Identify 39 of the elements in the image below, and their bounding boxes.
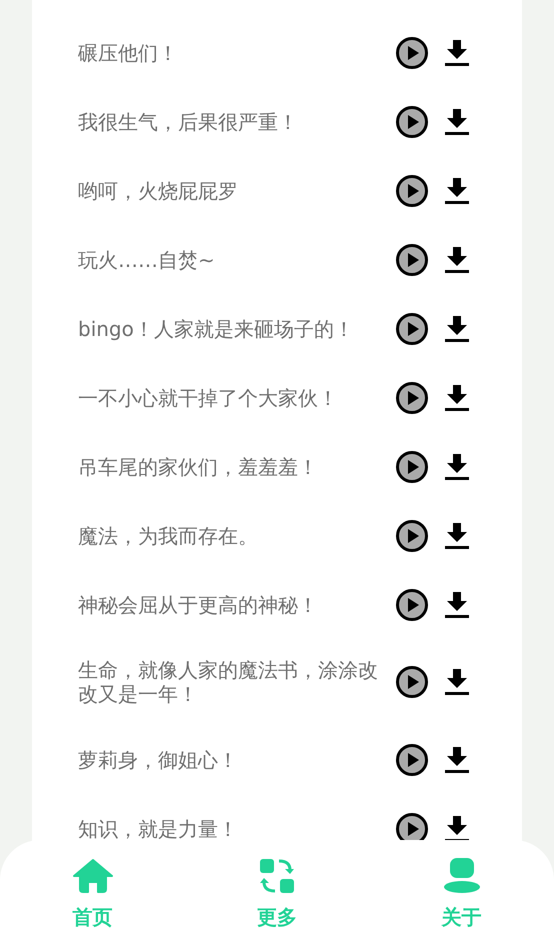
play-icon[interactable] — [395, 104, 429, 138]
download-icon[interactable] — [444, 667, 470, 697]
play-icon[interactable] — [395, 588, 429, 622]
download-icon[interactable] — [444, 520, 470, 550]
play-icon[interactable] — [395, 174, 429, 208]
play-icon[interactable] — [395, 742, 429, 776]
download-icon[interactable] — [444, 244, 470, 274]
clip-title: 碾压他们！ — [78, 40, 179, 64]
download-icon[interactable] — [444, 176, 470, 206]
download-icon[interactable] — [444, 744, 470, 774]
download-icon[interactable] — [444, 814, 470, 840]
clip-title: 知识，就是力量！ — [78, 816, 239, 840]
clip-title: bingo！人家就是来砸场子的！ — [78, 316, 355, 340]
clip-title: 生命，就像人家的魔法书，涂涂改改又是一年！ — [78, 658, 379, 706]
play-icon[interactable] — [395, 36, 429, 70]
play-icon[interactable] — [395, 312, 429, 346]
clip-title: 玩火……自焚~ — [78, 248, 216, 272]
play-icon[interactable] — [395, 450, 429, 484]
download-icon[interactable] — [444, 106, 470, 136]
tab-label[interactable]: 关于 — [442, 904, 482, 931]
clip-title: 哟呵，火烧屁屁罗 — [78, 178, 239, 202]
download-icon[interactable] — [444, 38, 470, 68]
clip-title: 神秘会屈从于更高的神秘！ — [78, 592, 319, 616]
download-icon[interactable] — [444, 314, 470, 344]
play-icon[interactable] — [395, 380, 429, 414]
play-icon[interactable] — [395, 518, 429, 552]
play-icon[interactable] — [395, 812, 429, 840]
clip-title: 魔法，为我而存在。 — [78, 524, 259, 548]
download-icon[interactable] — [444, 382, 470, 412]
play-icon[interactable] — [395, 242, 429, 276]
tab-label[interactable]: 更多 — [257, 904, 297, 931]
clip-title: 吊车尾的家伙们，羞羞羞！ — [78, 454, 319, 478]
clip-title: 萝莉身，御姐心！ — [78, 748, 239, 772]
play-icon[interactable] — [395, 665, 429, 699]
tab-label[interactable]: 首页 — [72, 904, 112, 931]
clip-title: 一不小心就干掉了个大家伙！ — [78, 386, 339, 410]
clip-title: 我很生气，后果很严重！ — [78, 110, 299, 134]
download-icon[interactable] — [444, 590, 470, 620]
download-icon[interactable] — [444, 452, 470, 482]
